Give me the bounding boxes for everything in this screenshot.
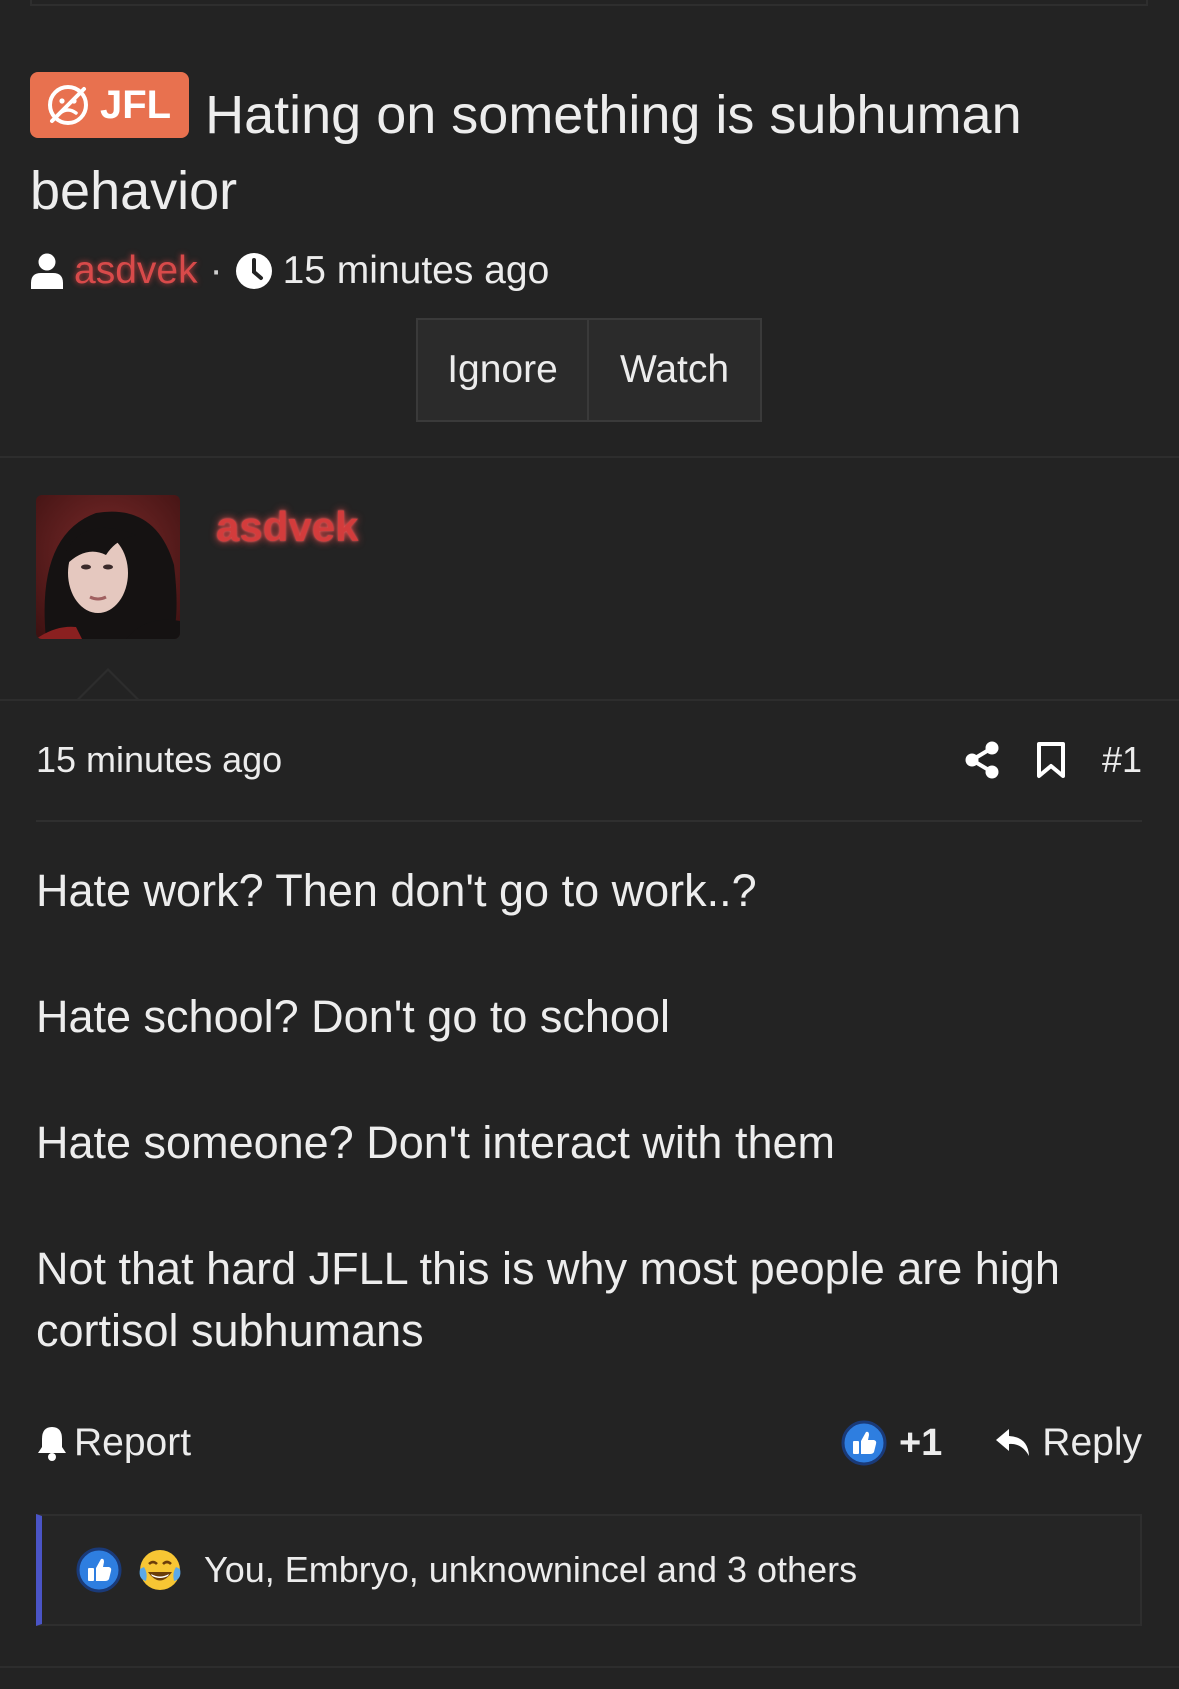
divider — [36, 820, 1142, 822]
report-button[interactable]: Report — [36, 1421, 191, 1465]
thread-time[interactable]: 15 minutes ago — [283, 249, 550, 293]
post-footer: Report +1 Reply — [36, 1415, 1142, 1471]
reactions-summary[interactable]: You, Embryo, unknownincel and 3 others — [36, 1514, 1142, 1626]
prefix-text: JFL — [100, 83, 172, 127]
thread-author-link[interactable]: asdvek — [74, 249, 198, 293]
ignore-button[interactable]: Ignore — [418, 320, 589, 420]
post-header-actions: #1 — [964, 739, 1142, 781]
post-footer-right: +1 Reply — [841, 1420, 1142, 1466]
reply-icon — [996, 1429, 1030, 1456]
thread-title: JFL Hating on something is subhuman beha… — [30, 72, 1150, 229]
share-icon[interactable] — [964, 741, 1000, 779]
post-paragraph: Hate someone? Don't interact with them — [36, 1117, 835, 1168]
post-header: 15 minutes ago #1 — [36, 735, 1142, 785]
post-username-link[interactable]: asdvek — [216, 503, 358, 551]
laugh-cry-icon — [139, 1550, 181, 1590]
thread-meta: asdvek · 15 minutes ago — [30, 249, 1150, 293]
no-smile-icon — [48, 85, 88, 125]
post-paragraph: Hate school? Don't go to school — [36, 991, 670, 1042]
bookmark-icon[interactable] — [1036, 741, 1066, 779]
reactions-text: You, Embryo, unknownincel and 3 others — [204, 1549, 858, 1590]
post-paragraph: Not that hard JFLL this is why most peop… — [36, 1243, 1060, 1356]
like-button[interactable]: +1 — [841, 1420, 942, 1466]
divider — [0, 699, 1179, 701]
thread-header: JFL Hating on something is subhuman beha… — [30, 72, 1150, 293]
avatar[interactable] — [36, 495, 180, 639]
watch-button[interactable]: Watch — [589, 320, 760, 420]
clock-icon — [235, 253, 272, 289]
thread-action-buttons: Ignore Watch — [416, 318, 762, 422]
divider — [0, 456, 1179, 458]
user-icon — [31, 253, 63, 289]
bell-icon — [38, 1427, 66, 1461]
post-paragraph: Hate work? Then don't go to work..? — [36, 865, 757, 916]
reply-label: Reply — [1042, 1421, 1142, 1464]
reaction-count: +1 — [898, 1421, 943, 1464]
meta-separator: · — [209, 249, 223, 292]
message-arrow — [78, 671, 138, 701]
post-number-link[interactable]: #1 — [1102, 739, 1142, 781]
post-body: Hate work? Then don't go to work..? Hate… — [36, 860, 1146, 1426]
like-icon — [76, 1547, 122, 1593]
reply-button[interactable]: Reply — [994, 1421, 1142, 1465]
divider — [0, 1666, 1179, 1668]
thread-prefix-label[interactable]: JFL — [30, 72, 190, 138]
like-icon — [841, 1420, 887, 1466]
report-label: Report — [74, 1421, 192, 1464]
post-time[interactable]: 15 minutes ago — [36, 739, 282, 781]
previous-section-border — [30, 0, 1148, 6]
